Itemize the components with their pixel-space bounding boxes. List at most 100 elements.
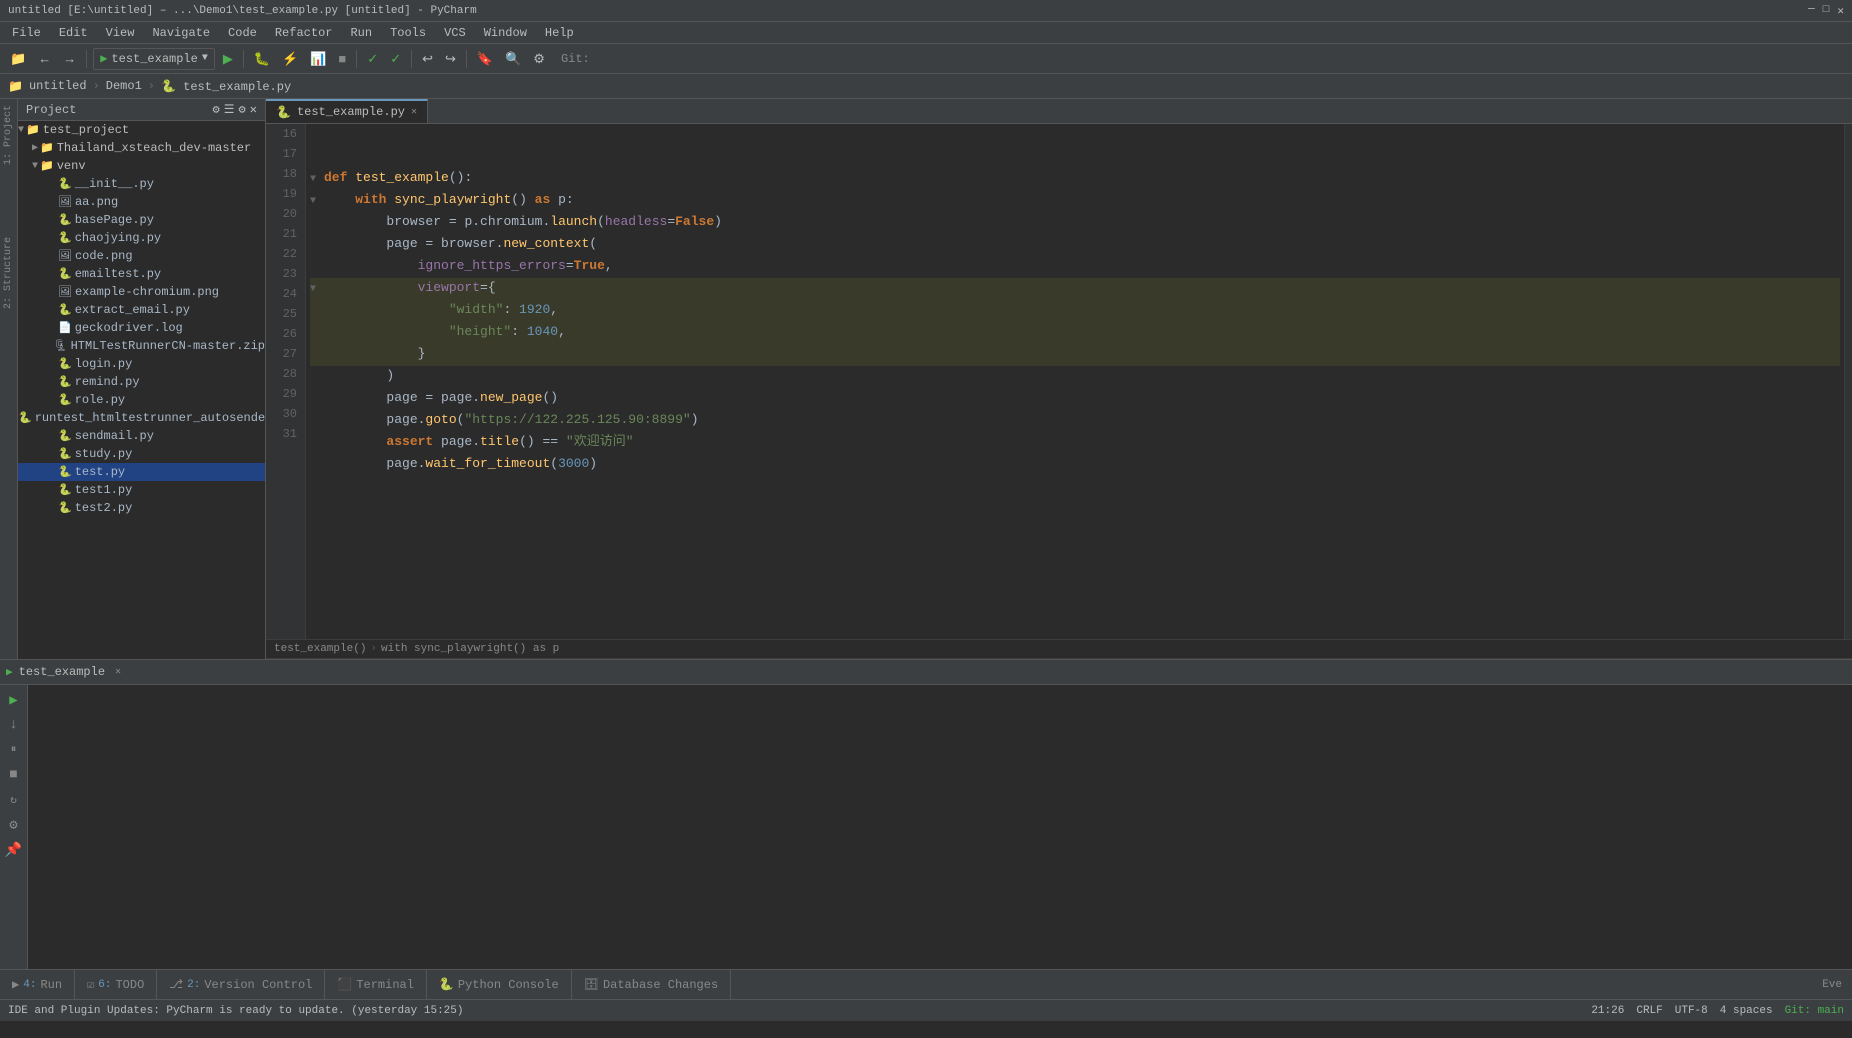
tree-item---init---py[interactable]: 🐍__init__.py bbox=[18, 175, 265, 193]
status-indent[interactable]: 4 spaces bbox=[1720, 1005, 1773, 1017]
fold-31[interactable] bbox=[310, 456, 322, 476]
tree-item-basePage-py[interactable]: 🐍basePage.py bbox=[18, 211, 265, 229]
fold-18[interactable]: ▼ bbox=[310, 170, 322, 190]
profile-btn[interactable]: 📊 bbox=[306, 48, 330, 70]
project-close-icon[interactable]: ✕ bbox=[250, 102, 257, 117]
tree-item-test-py[interactable]: 🐍test.py bbox=[18, 463, 265, 481]
settings-btn[interactable]: ⚙ bbox=[529, 48, 549, 70]
tree-item-chaojying-py[interactable]: 🐍chaojying.py bbox=[18, 229, 265, 247]
tree-item-Thailand-xsteach-dev-master[interactable]: ▶📁Thailand_xsteach_dev-master bbox=[18, 139, 265, 157]
fold-23[interactable]: ▼ bbox=[310, 280, 322, 300]
undo-btn[interactable]: ↩ bbox=[418, 48, 437, 70]
redo-btn[interactable]: ↪ bbox=[441, 48, 460, 70]
run-output[interactable] bbox=[28, 685, 1852, 969]
run-pin-btn[interactable]: 📌 bbox=[3, 839, 25, 861]
minimize-btn[interactable]: ─ bbox=[1808, 4, 1815, 18]
tree-item-runtest-htmltestrunner-autosendemail-py[interactable]: 🐍runtest_htmltestrunner_autosendemail.py bbox=[18, 409, 265, 427]
editor-tab-test-example[interactable]: 🐍 test_example.py ✕ bbox=[266, 99, 428, 123]
tree-item-venv[interactable]: ▼📁venv bbox=[18, 157, 265, 175]
fold-22[interactable] bbox=[310, 258, 322, 278]
run-btn[interactable]: ▶ bbox=[219, 48, 237, 70]
fold-19[interactable]: ▼ bbox=[310, 192, 322, 212]
run-tab-close[interactable]: ✕ bbox=[115, 666, 121, 678]
tree-item-aa-png[interactable]: 🖼aa.png bbox=[18, 193, 265, 211]
tab-terminal[interactable]: ⬛ Terminal bbox=[325, 970, 427, 1000]
tree-item-emailtest-py[interactable]: 🐍emailtest.py bbox=[18, 265, 265, 283]
project-settings-icon[interactable]: ⚙ bbox=[239, 102, 246, 117]
git-checkmark-btn[interactable]: ✓ bbox=[363, 48, 382, 70]
tree-item-login-py[interactable]: 🐍login.py bbox=[18, 355, 265, 373]
run-stop-btn[interactable]: ■ bbox=[3, 764, 25, 786]
menu-file[interactable]: File bbox=[4, 24, 49, 42]
tree-item-HTMLTestRunnerCN-master-zip[interactable]: 🗜HTMLTestRunnerCN-master.zip bbox=[18, 337, 265, 355]
project-layout-icon[interactable]: ☰ bbox=[224, 102, 235, 117]
menu-code[interactable]: Code bbox=[220, 24, 265, 42]
stop-btn[interactable]: ■ bbox=[334, 48, 350, 70]
menu-navigate[interactable]: Navigate bbox=[144, 24, 218, 42]
menu-tools[interactable]: Tools bbox=[382, 24, 434, 42]
tree-item-role-py[interactable]: 🐍role.py bbox=[18, 391, 265, 409]
tab-python-console[interactable]: 🐍 Python Console bbox=[427, 970, 572, 1000]
breadcrumb-func[interactable]: test_example() bbox=[274, 643, 366, 655]
bookmark-btn[interactable]: 🔖 bbox=[473, 48, 497, 70]
fold-21[interactable] bbox=[310, 236, 322, 256]
tab-run[interactable]: ▶ 4: Run bbox=[0, 970, 75, 1000]
fold-28[interactable] bbox=[310, 390, 322, 410]
nav-demo1[interactable]: Demo1 bbox=[106, 79, 142, 93]
fold-26[interactable] bbox=[310, 346, 322, 366]
menu-view[interactable]: View bbox=[98, 24, 143, 42]
tab-close-icon[interactable]: ✕ bbox=[411, 106, 417, 118]
project-gear-icon[interactable]: ⚙ bbox=[213, 102, 220, 117]
tree-item-test2-py[interactable]: 🐍test2.py bbox=[18, 499, 265, 517]
run-pause-btn[interactable]: ⏸ bbox=[3, 739, 25, 761]
tree-item-code-png[interactable]: 🖼code.png bbox=[18, 247, 265, 265]
fold-30[interactable] bbox=[310, 434, 322, 454]
run-rerun-btn[interactable]: ↻ bbox=[3, 789, 25, 811]
status-encoding[interactable]: UTF-8 bbox=[1675, 1005, 1708, 1017]
fold-16[interactable] bbox=[310, 126, 322, 146]
code-area[interactable]: ▼ def test_example(): ▼ with sync_playwr… bbox=[306, 124, 1844, 639]
tree-item-extract-email-py[interactable]: 🐍extract_email.py bbox=[18, 301, 265, 319]
fold-24[interactable] bbox=[310, 302, 322, 322]
tree-item-remind-py[interactable]: 🐍remind.py bbox=[18, 373, 265, 391]
event-log-btn[interactable]: Eve bbox=[1812, 979, 1852, 991]
fold-27[interactable] bbox=[310, 368, 322, 388]
menu-help[interactable]: Help bbox=[537, 24, 582, 42]
editor-content[interactable]: 16 17 18 19 20 21 22 23 24 25 26 27 28 2… bbox=[266, 124, 1852, 639]
tree-item-test-project[interactable]: ▼📁test_project bbox=[18, 121, 265, 139]
fold-29[interactable] bbox=[310, 412, 322, 432]
menu-refactor[interactable]: Refactor bbox=[267, 24, 341, 42]
nav-untitled[interactable]: untitled bbox=[29, 79, 87, 93]
menu-vcs[interactable]: VCS bbox=[436, 24, 474, 42]
run-config-selector[interactable]: ▶ test_example ▼ bbox=[93, 48, 215, 70]
tree-item-geckodriver-log[interactable]: 📄geckodriver.log bbox=[18, 319, 265, 337]
menu-edit[interactable]: Edit bbox=[51, 24, 96, 42]
tree-item-example-chromium-png[interactable]: 🖼example-chromium.png bbox=[18, 283, 265, 301]
toolbar-project-btn[interactable]: 📁 bbox=[6, 48, 30, 70]
run-settings-btn[interactable]: ⚙ bbox=[3, 814, 25, 836]
fold-25[interactable] bbox=[310, 324, 322, 344]
vertical-tab-1[interactable]: 1: Project bbox=[1, 99, 16, 171]
status-crlf[interactable]: CRLF bbox=[1636, 1005, 1662, 1017]
run-play-btn[interactable]: ▶ bbox=[3, 689, 25, 711]
run-down-btn[interactable]: ↓ bbox=[3, 714, 25, 736]
tab-version-control[interactable]: ⎇ 2: Version Control bbox=[157, 970, 325, 1000]
tree-item-sendmail-py[interactable]: 🐍sendmail.py bbox=[18, 427, 265, 445]
breadcrumb-with[interactable]: with sync_playwright() as p bbox=[381, 643, 559, 655]
tab-database[interactable]: 🗄 Database Changes bbox=[572, 970, 731, 1000]
vertical-tab-2[interactable]: 2: Structure bbox=[1, 231, 16, 315]
menu-run[interactable]: Run bbox=[342, 24, 380, 42]
run-tab-label[interactable]: test_example bbox=[19, 665, 105, 679]
tree-item-test1-py[interactable]: 🐍test1.py bbox=[18, 481, 265, 499]
status-git[interactable]: Git: main bbox=[1785, 1005, 1844, 1017]
toolbar-back-btn[interactable]: ← bbox=[34, 48, 55, 70]
menu-window[interactable]: Window bbox=[476, 24, 535, 42]
nav-file[interactable]: 🐍 test_example.py bbox=[161, 79, 291, 94]
fold-17[interactable] bbox=[310, 148, 322, 168]
coverage-btn[interactable]: ⚡ bbox=[278, 48, 302, 70]
tree-item-study-py[interactable]: 🐍study.py bbox=[18, 445, 265, 463]
toolbar-forward-btn[interactable]: → bbox=[59, 48, 80, 70]
git-checkmark2-btn[interactable]: ✓ bbox=[386, 48, 405, 70]
debug-btn[interactable]: 🐛 bbox=[250, 48, 274, 70]
search-btn[interactable]: 🔍 bbox=[501, 48, 525, 70]
